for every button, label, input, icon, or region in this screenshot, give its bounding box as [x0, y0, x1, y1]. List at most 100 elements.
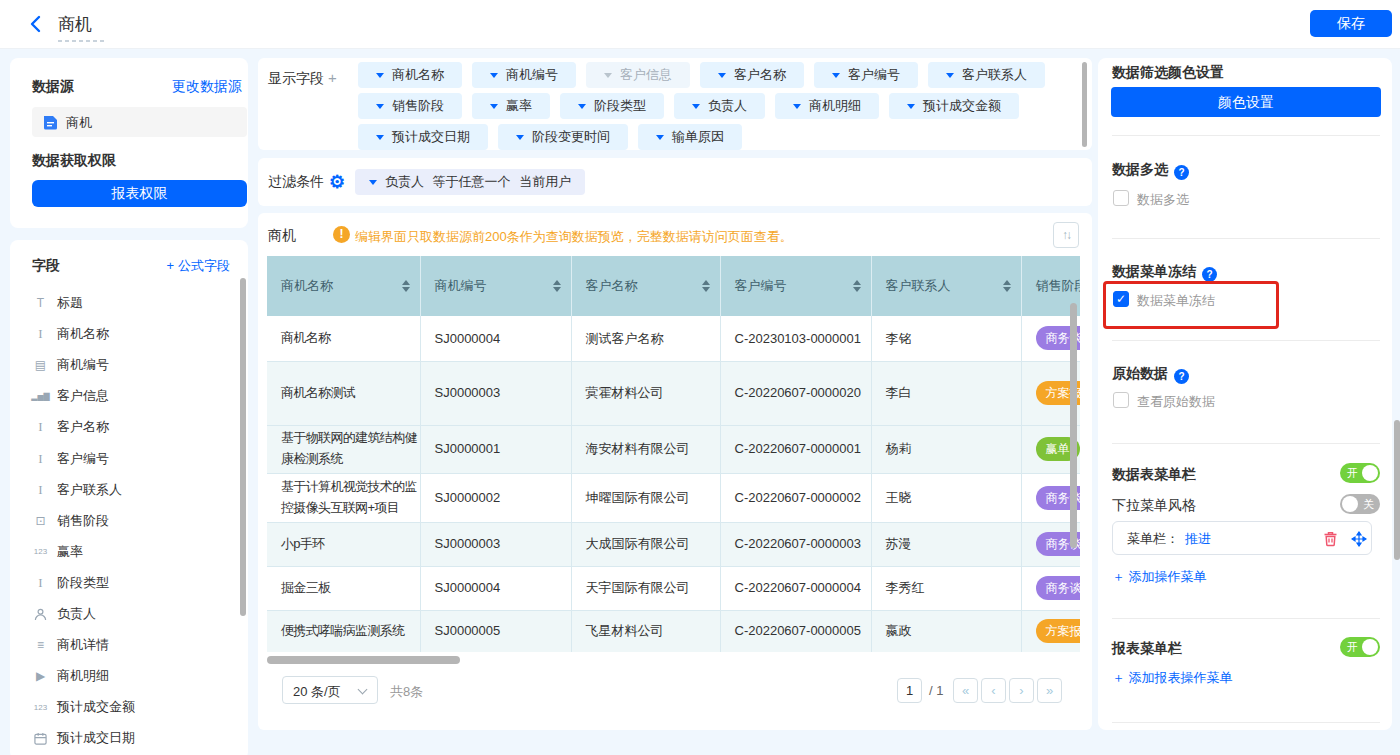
delete-icon[interactable]: [1323, 531, 1338, 547]
table-h-scrollbar[interactable]: [267, 656, 460, 664]
table-row[interactable]: 基于物联网的建筑结构健康检测系统SJ0000001海安材料有限公司C-20220…: [267, 425, 1080, 473]
help-icon[interactable]: ?: [1202, 267, 1217, 282]
table-cell: 基于物联网的建筑结构健康检测系统: [267, 425, 420, 473]
table-cell: SJ0000004: [420, 566, 571, 610]
table-row[interactable]: 基于计算机视觉技术的监控摄像头互联网+项目SJ0000002坤曜国际有限公司C-…: [267, 473, 1080, 522]
change-datasource-link[interactable]: 更改数据源: [172, 78, 242, 96]
menu-freeze-checkbox-label: 数据菜单冻结: [1137, 292, 1215, 310]
display-fields-scrollbar[interactable]: [1082, 62, 1087, 147]
display-field-chip-商机编号[interactable]: 商机编号: [472, 62, 576, 88]
table-row[interactable]: 掘金三板SJ0000004天宇国际有限公司C-20220607-0000004李…: [267, 566, 1080, 610]
field-item-商机明细[interactable]: ▶商机明细: [32, 666, 109, 686]
column-header-商机名称[interactable]: 商机名称: [267, 256, 420, 316]
filter-condition-chip[interactable]: 负责人 等于任意一个 当前用户: [355, 169, 585, 195]
add-report-menu-link[interactable]: ＋ 添加报表操作菜单: [1112, 669, 1233, 687]
display-field-chip-销售阶段[interactable]: 销售阶段: [358, 93, 462, 119]
move-icon[interactable]: [1351, 531, 1367, 547]
table-v-scrollbar[interactable]: [1070, 303, 1077, 548]
display-field-chip-客户编号[interactable]: 客户编号: [814, 62, 918, 88]
back-icon[interactable]: [26, 14, 46, 34]
add-field-icon[interactable]: +: [328, 69, 337, 86]
field-item-标题[interactable]: T标题: [32, 293, 83, 313]
sort-icon[interactable]: [1003, 280, 1011, 292]
display-field-chip-客户名称[interactable]: 客户名称: [700, 62, 804, 88]
field-item-客户联系人[interactable]: I客户联系人: [32, 480, 122, 500]
datasource-card: 数据源 更改数据源 商机 数据获取权限 报表权限: [10, 58, 248, 228]
table-row[interactable]: 商机名称测试SJ0000003蓂霍材料公司C-20220607-0000020李…: [267, 361, 1080, 425]
table-cell: 嬴政: [871, 610, 1021, 652]
current-page[interactable]: 1: [897, 678, 922, 703]
multi-select-checkbox[interactable]: [1113, 190, 1129, 206]
field-item-客户信息[interactable]: ▂▅▇客户信息: [32, 386, 109, 406]
display-field-chip-客户信息[interactable]: 客户信息: [586, 62, 690, 88]
display-field-chip-商机明细[interactable]: 商机明细: [775, 93, 879, 119]
column-header-客户名称[interactable]: 客户名称: [571, 256, 720, 316]
display-field-chip-预计成交金额[interactable]: 预计成交金额: [889, 93, 1019, 119]
field-item-商机编号[interactable]: ▤商机编号: [32, 355, 109, 375]
sort-icon[interactable]: [853, 280, 861, 292]
display-field-chip-商机名称[interactable]: 商机名称: [358, 62, 462, 88]
display-field-chip-输单原因[interactable]: 输单原因: [638, 124, 742, 150]
sort-icon[interactable]: [702, 280, 710, 292]
prev-page-button[interactable]: ‹: [981, 678, 1006, 703]
first-page-button[interactable]: «: [953, 678, 978, 703]
display-field-chip-预计成交日期[interactable]: 预计成交日期: [358, 124, 488, 150]
column-header-商机编号[interactable]: 商机编号: [420, 256, 571, 316]
field-item-商机名称[interactable]: I商机名称: [32, 324, 109, 344]
raw-data-checkbox[interactable]: [1113, 392, 1129, 408]
save-button[interactable]: 保存: [1310, 10, 1392, 37]
filter-gear-icon[interactable]: ⚙: [329, 171, 345, 193]
field-item-预计成交日期[interactable]: 预计成交日期: [32, 728, 135, 748]
table-row[interactable]: 商机名称SJ0000004测试客户名称C-20230103-0000001李铭商…: [267, 316, 1080, 361]
chevron-down-icon: [692, 104, 700, 109]
table-row[interactable]: 小p手环SJ0000003大成国际有限公司C-20220607-0000003苏…: [267, 522, 1080, 566]
help-icon[interactable]: ?: [1174, 165, 1189, 180]
chevron-down-icon: [946, 73, 954, 78]
last-page-button[interactable]: »: [1037, 678, 1062, 703]
dropdown-style-toggle[interactable]: 关: [1340, 494, 1380, 514]
help-icon[interactable]: ?: [1174, 369, 1189, 384]
field-item-负责人[interactable]: 负责人: [32, 604, 96, 624]
table-cell: C-20220607-0000020: [720, 361, 871, 425]
field-item-预计成交金额[interactable]: 123预计成交金额: [32, 697, 135, 717]
chart-icon: ▂▅▇: [32, 392, 49, 401]
column-header-客户编号[interactable]: 客户编号: [720, 256, 871, 316]
display-field-chip-客户联系人[interactable]: 客户联系人: [928, 62, 1045, 88]
table-menubar-toggle[interactable]: 开: [1340, 463, 1380, 483]
next-page-button[interactable]: ›: [1009, 678, 1034, 703]
field-item-商机详情[interactable]: ≡商机详情: [32, 635, 109, 655]
datasource-item[interactable]: 商机: [32, 107, 247, 137]
sort-icon[interactable]: [553, 280, 561, 292]
page-size-select[interactable]: 20 条/页: [282, 676, 378, 704]
detail-icon: ≡: [32, 638, 49, 652]
field-item-客户编号[interactable]: I客户编号: [32, 449, 109, 469]
chevron-down-icon: [490, 73, 498, 78]
formula-field-link[interactable]: +公式字段: [166, 257, 230, 275]
field-item-阶段类型[interactable]: I阶段类型: [32, 573, 109, 593]
text-icon: I: [32, 326, 49, 342]
sort-icon[interactable]: [402, 280, 410, 292]
report-permission-button[interactable]: 报表权限: [32, 180, 247, 207]
table-row[interactable]: 便携式哮喘病监测系统SJ0000005飞星材料公司C-20220607-0000…: [267, 610, 1080, 652]
page-scrollbar[interactable]: [1394, 420, 1400, 560]
report-menubar-toggle[interactable]: 开: [1340, 637, 1380, 657]
table-cell-stage: 商务谈判: [1021, 566, 1080, 610]
menu-item-row[interactable]: 菜单栏： 推进: [1112, 521, 1372, 555]
display-field-chip-赢率[interactable]: 赢率: [472, 93, 550, 119]
raw-data-checkbox-label: 查看原始数据: [1137, 393, 1215, 411]
field-item-客户名称[interactable]: I客户名称: [32, 417, 109, 437]
display-field-chip-阶段类型[interactable]: 阶段类型: [560, 93, 664, 119]
add-menu-link[interactable]: ＋ 添加操作菜单: [1112, 568, 1207, 586]
field-item-赢率[interactable]: 123赢率: [32, 542, 83, 562]
display-field-chip-阶段变更时间[interactable]: 阶段变更时间: [498, 124, 628, 150]
color-settings-button[interactable]: 颜色设置: [1111, 87, 1381, 117]
field-item-销售阶段[interactable]: ⊡销售阶段: [32, 511, 109, 531]
display-field-chip-负责人[interactable]: 负责人: [674, 93, 765, 119]
title-dashed-underline: [58, 40, 104, 42]
menu-freeze-checkbox[interactable]: ✓: [1113, 291, 1129, 307]
fields-scrollbar[interactable]: [240, 278, 246, 616]
sort-order-button[interactable]: ↑↓: [1053, 222, 1079, 248]
color-settings-title: 数据筛选颜色设置: [1112, 64, 1224, 82]
column-header-客户联系人[interactable]: 客户联系人: [871, 256, 1021, 316]
display-fields-card: 显示字段 + 商机名称商机编号客户信息客户名称客户编号客户联系人销售阶段赢率阶段…: [258, 58, 1092, 150]
